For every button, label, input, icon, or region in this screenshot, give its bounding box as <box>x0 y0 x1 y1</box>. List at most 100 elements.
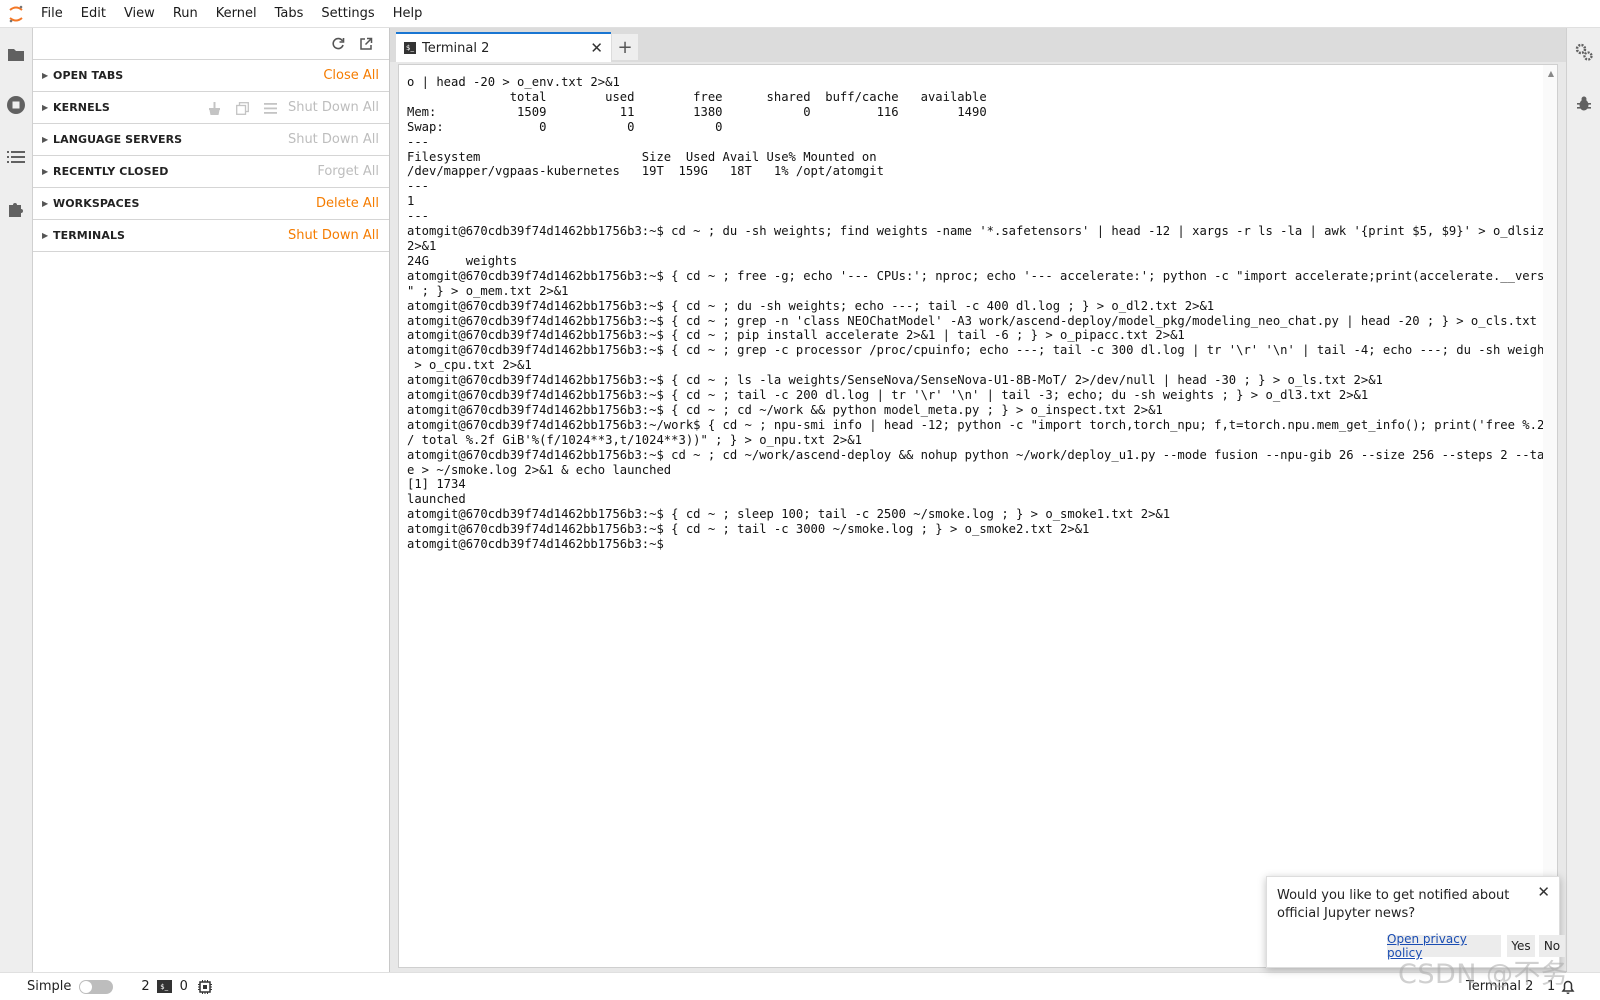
folder-icon[interactable] <box>0 38 32 70</box>
terminal-line: atomgit@670cdb39f74d1462bb1756b3:~/work$… <box>407 417 1558 432</box>
kernel-icon[interactable] <box>197 979 212 994</box>
copy-icon[interactable] <box>234 100 251 117</box>
forget-all-button[interactable]: Forget All <box>317 164 379 179</box>
terminal-line: atomgit@670cdb39f74d1462bb1756b3:~$ { cd… <box>407 388 1369 403</box>
terminal-view[interactable]: o | head -20 > o_env.txt 2>&1 total used… <box>398 64 1558 968</box>
terminal-line: 2>&1 <box>407 238 437 253</box>
tab-label: Terminal 2 <box>422 40 490 56</box>
toggle-knob <box>80 980 93 993</box>
menu-bar: File Edit View Run Kernel Tabs Settings … <box>0 0 1600 28</box>
section-terminals[interactable]: ▶ TERMINALS Shut Down All <box>33 220 389 252</box>
terminal-line: atomgit@670cdb39f74d1462bb1756b3:~$ cd ~… <box>407 447 1558 462</box>
toc-icon[interactable] <box>0 141 32 173</box>
terminal-line: total used free shared buff/cache availa… <box>407 89 987 104</box>
shut-down-all-servers-button[interactable]: Shut Down All <box>288 132 379 147</box>
terminal-line: atomgit@670cdb39f74d1462bb1756b3:~$ { cd… <box>407 507 1171 522</box>
section-workspaces[interactable]: ▶ WORKSPACES Delete All <box>33 188 389 220</box>
caret-right-icon: ▶ <box>42 71 49 80</box>
caret-right-icon: ▶ <box>42 231 49 240</box>
main-dock-area: $_ Terminal 2 ✕ + o | head -20 > o_env.t… <box>390 28 1566 972</box>
terminal-line: atomgit@670cdb39f74d1462bb1756b3:~$ { cd… <box>407 343 1558 358</box>
terminal-line: " ; } > o_mem.txt 2>&1 <box>407 283 569 298</box>
close-all-button[interactable]: Close All <box>323 68 379 83</box>
extension-icon[interactable] <box>0 193 32 225</box>
terminal-line: Mem: 1509 11 1380 0 116 1490 <box>407 104 987 119</box>
terminal-line: launched <box>407 492 466 507</box>
terminal-icon[interactable]: $_ <box>156 980 172 993</box>
terminal-line: [1] 1734 <box>407 477 466 492</box>
caret-right-icon: ▶ <box>42 199 49 208</box>
menu-run[interactable]: Run <box>164 0 207 28</box>
terminal-line: 24G weights <box>407 253 518 268</box>
section-kernels[interactable]: ▶ KERNELS Shut Down All <box>33 92 389 124</box>
terminal-line: Filesystem Size Used Avail Use% Mounted … <box>407 149 877 164</box>
terminal-line: --- <box>407 209 430 224</box>
terminal-line: Swap: 0 0 0 <box>407 119 723 134</box>
jupyter-logo-icon <box>0 0 32 28</box>
terminal-line: e > ~/smoke.log 2>&1 & echo launched <box>407 462 672 477</box>
menu-view[interactable]: View <box>115 0 164 28</box>
caret-right-icon: ▶ <box>42 103 49 112</box>
menu-kernel[interactable]: Kernel <box>207 0 266 28</box>
menu-help[interactable]: Help <box>384 0 432 28</box>
menu-file[interactable]: File <box>32 0 72 28</box>
list-icon[interactable] <box>262 100 279 117</box>
new-launcher-button[interactable]: + <box>612 34 638 60</box>
kernels-count[interactable]: 0 <box>180 979 188 994</box>
terminal-line: atomgit@670cdb39f74d1462bb1756b3:~$ { cd… <box>407 298 1215 313</box>
launch-icon[interactable] <box>357 35 375 53</box>
section-open-tabs[interactable]: ▶ OPEN TABS Close All <box>33 60 389 92</box>
scroll-up-icon[interactable]: ▲ <box>1548 69 1554 78</box>
clear-icon[interactable] <box>206 100 223 117</box>
close-icon[interactable]: ✕ <box>1537 883 1550 901</box>
terminal-line: atomgit@670cdb39f74d1462bb1756b3:~$ { cd… <box>407 402 1163 417</box>
terminal-output[interactable]: o | head -20 > o_env.txt 2>&1 total used… <box>407 75 1558 552</box>
running-icon[interactable] <box>0 89 32 121</box>
delete-all-button[interactable]: Delete All <box>316 196 379 211</box>
jupyterlab-window: File Edit View Run Kernel Tabs Settings … <box>0 0 1600 1000</box>
terminals-count[interactable]: 2 <box>141 979 149 994</box>
panel-toolbar <box>33 28 389 60</box>
terminal-line: atomgit@670cdb39f74d1462bb1756b3:~$ { cd… <box>407 522 1090 537</box>
notification-message: Would you like to get notified about off… <box>1277 888 1510 921</box>
terminal-line: atomgit@670cdb39f74d1462bb1756b3:~$ { cd… <box>407 313 1558 328</box>
terminal-line: atomgit@670cdb39f74d1462bb1756b3:~$ { cd… <box>407 268 1558 283</box>
terminal-line: --- <box>407 134 430 149</box>
property-inspector-icon[interactable] <box>1574 42 1594 62</box>
simple-mode-label: Simple <box>27 979 72 994</box>
terminal-line: / total %.2f GiB'%(f/1024**3,t/1024**3))… <box>407 432 862 447</box>
section-title: WORKSPACES <box>53 197 140 210</box>
status-bar: Simple 2 $_ 0 Terminal 2 1 <box>0 972 1600 1000</box>
debugger-icon[interactable] <box>1574 94 1594 114</box>
section-recently-closed[interactable]: ▶ RECENTLY CLOSED Forget All <box>33 156 389 188</box>
close-icon[interactable]: ✕ <box>590 39 603 57</box>
terminal-line: /dev/mapper/vgpaas-kubernetes 19T 159G 1… <box>407 164 884 179</box>
tab-bar: $_ Terminal 2 ✕ + <box>390 28 1566 62</box>
shut-down-all-terminals-button[interactable]: Shut Down All <box>288 228 379 243</box>
terminal-line: atomgit@670cdb39f74d1462bb1756b3:~$ cd ~… <box>407 224 1558 239</box>
menu-tabs[interactable]: Tabs <box>266 0 313 28</box>
simple-mode-toggle[interactable] <box>79 979 114 994</box>
caret-right-icon: ▶ <box>42 167 49 176</box>
right-activity-bar <box>1566 28 1600 972</box>
section-title: LANGUAGE SERVERS <box>53 133 183 146</box>
shut-down-all-kernels-button[interactable]: Shut Down All <box>288 100 379 115</box>
terminal-line: o | head -20 > o_env.txt 2>&1 <box>407 75 620 89</box>
section-title: RECENTLY CLOSED <box>53 165 169 178</box>
tab-terminal-2[interactable]: $_ Terminal 2 ✕ <box>396 32 611 62</box>
terminal-line: atomgit@670cdb39f74d1462bb1756b3:~$ { cd… <box>407 328 1185 343</box>
terminal-line: > o_cpu.txt 2>&1 <box>407 358 532 373</box>
terminal-scrollbar[interactable]: ▲ <box>1543 65 1557 967</box>
terminal-line: atomgit@670cdb39f74d1462bb1756b3:~$ <box>407 537 672 552</box>
section-language-servers[interactable]: ▶ LANGUAGE SERVERS Shut Down All <box>33 124 389 156</box>
refresh-icon[interactable] <box>329 35 347 53</box>
section-title: OPEN TABS <box>53 69 124 82</box>
terminal-icon: $_ <box>404 42 416 54</box>
section-title: KERNELS <box>53 101 110 114</box>
terminal-line: 1 <box>407 194 415 209</box>
caret-right-icon: ▶ <box>42 135 49 144</box>
menu-edit[interactable]: Edit <box>72 0 115 28</box>
menu-settings[interactable]: Settings <box>312 0 383 28</box>
section-title: TERMINALS <box>53 229 126 242</box>
terminal-line: atomgit@670cdb39f74d1462bb1756b3:~$ { cd… <box>407 373 1383 388</box>
